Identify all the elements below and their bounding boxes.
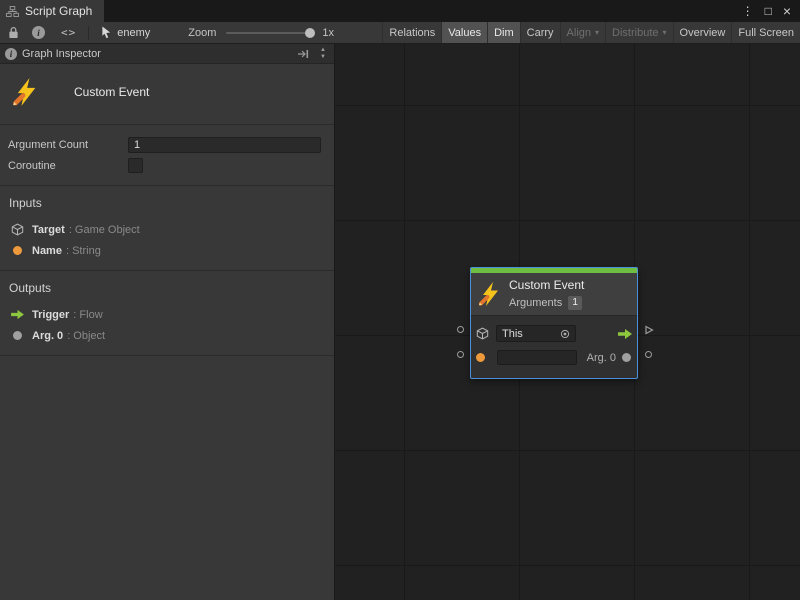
script-graph-icon: [6, 6, 19, 17]
string-port-icon: [13, 246, 22, 255]
port-row-name: Name : String: [8, 240, 326, 261]
tab-script-graph[interactable]: Script Graph: [0, 0, 104, 22]
node-title: Custom Event: [509, 278, 584, 293]
cube-icon[interactable]: [476, 327, 489, 340]
inspector-header: i Graph Inspector ▲ ▼: [0, 44, 334, 64]
info-toggle-icon[interactable]: i: [32, 26, 45, 39]
toolbar-separator: [88, 26, 89, 40]
arguments-count-field[interactable]: 1: [568, 296, 582, 310]
graph-breadcrumb[interactable]: enemy: [117, 27, 150, 39]
chevron-down-icon: ▾: [663, 28, 667, 37]
inspector-title: Graph Inspector: [22, 48, 101, 60]
close-icon[interactable]: ×: [783, 0, 791, 22]
custom-event-icon: [12, 78, 40, 106]
arg0-port-icon[interactable]: [622, 353, 631, 362]
tab-title: Script Graph: [25, 4, 92, 18]
inputs-header: Inputs: [9, 196, 326, 210]
titlebar-spacer: [104, 0, 741, 22]
zoom-slider[interactable]: [226, 32, 312, 34]
maximize-icon[interactable]: □: [765, 0, 772, 22]
distribute-button[interactable]: Distribute▾: [605, 22, 672, 43]
dock-panel-icon[interactable]: [297, 49, 309, 59]
cube-icon: [9, 223, 25, 236]
code-view-icon[interactable]: <>: [61, 26, 76, 39]
zoom-slider-thumb[interactable]: [305, 28, 315, 38]
target-port-row: This: [471, 323, 637, 344]
coroutine-checkbox[interactable]: [128, 158, 143, 173]
fullscreen-button[interactable]: Full Screen: [731, 22, 800, 43]
name-port-row: Arg. 0: [471, 347, 637, 368]
panel-scrollbar[interactable]: ▲ ▼: [316, 47, 330, 61]
graph-toolbar: i <> enemy Zoom 1x Relations Values Dim …: [0, 22, 800, 44]
scroll-down-icon[interactable]: ▼: [320, 54, 326, 61]
string-port-icon[interactable]: [476, 353, 485, 362]
overview-button[interactable]: Overview: [673, 22, 732, 43]
unit-header: Custom Event: [0, 64, 334, 125]
target-dropdown[interactable]: This: [496, 325, 576, 342]
node-header[interactable]: Custom Event Arguments 1: [471, 273, 637, 316]
flow-arrow-icon: [9, 309, 25, 320]
window-menu-icon[interactable]: ⋮: [742, 0, 754, 22]
outputs-header: Outputs: [9, 281, 326, 295]
outputs-section: Outputs Trigger : Flow Arg. 0 : Object: [0, 271, 334, 356]
lock-icon[interactable]: [8, 26, 19, 39]
argument-count-input[interactable]: [128, 137, 321, 153]
title-bar: Script Graph ⋮ □ ×: [0, 0, 800, 22]
carry-button[interactable]: Carry: [520, 22, 560, 43]
argument-count-row: Argument Count: [8, 134, 321, 155]
input-connector-name[interactable]: [457, 351, 464, 358]
graph-inspector-panel: i Graph Inspector ▲ ▼ Custom Event Argum…: [0, 44, 335, 600]
node-body: This Arg. 0: [471, 316, 637, 378]
graph-canvas[interactable]: Custom Event Arguments 1 This: [335, 44, 800, 600]
arg0-label: Arg. 0: [587, 352, 616, 364]
port-row-trigger: Trigger : Flow: [8, 304, 326, 325]
dim-button[interactable]: Dim: [487, 22, 520, 43]
custom-event-icon: [478, 282, 502, 306]
coroutine-label: Coroutine: [8, 160, 128, 172]
relations-button[interactable]: Relations: [382, 22, 441, 43]
inputs-section: Inputs Target : Game Object Name : Strin…: [0, 186, 334, 271]
align-button[interactable]: Align▾: [560, 22, 605, 43]
zoom-label: Zoom: [188, 27, 216, 39]
output-connector-trigger[interactable]: [644, 325, 654, 335]
coroutine-row: Coroutine: [8, 155, 321, 176]
graph-pointer-icon: [101, 26, 112, 39]
input-connector-target[interactable]: [457, 326, 464, 333]
object-picker-icon[interactable]: [560, 329, 570, 339]
unit-title: Custom Event: [74, 85, 149, 99]
chevron-down-icon: ▾: [595, 28, 599, 37]
port-row-target: Target : Game Object: [8, 219, 326, 240]
trigger-port-icon[interactable]: [617, 328, 633, 340]
name-input[interactable]: [497, 350, 577, 365]
node-arguments-row: Arguments 1: [509, 295, 584, 310]
object-port-icon: [13, 331, 22, 340]
info-icon: i: [5, 48, 17, 60]
arguments-label: Arguments: [509, 297, 562, 309]
argument-count-label: Argument Count: [8, 139, 128, 151]
output-connector-arg0[interactable]: [645, 351, 652, 358]
values-button[interactable]: Values: [441, 22, 487, 43]
scroll-up-icon[interactable]: ▲: [320, 47, 326, 54]
port-row-arg0: Arg. 0 : Object: [8, 325, 326, 346]
unit-settings: Argument Count Coroutine: [0, 125, 334, 186]
custom-event-node[interactable]: Custom Event Arguments 1 This: [470, 267, 638, 379]
zoom-value: 1x: [322, 27, 334, 39]
toolbar-buttons: Relations Values Dim Carry Align▾ Distri…: [382, 22, 800, 43]
